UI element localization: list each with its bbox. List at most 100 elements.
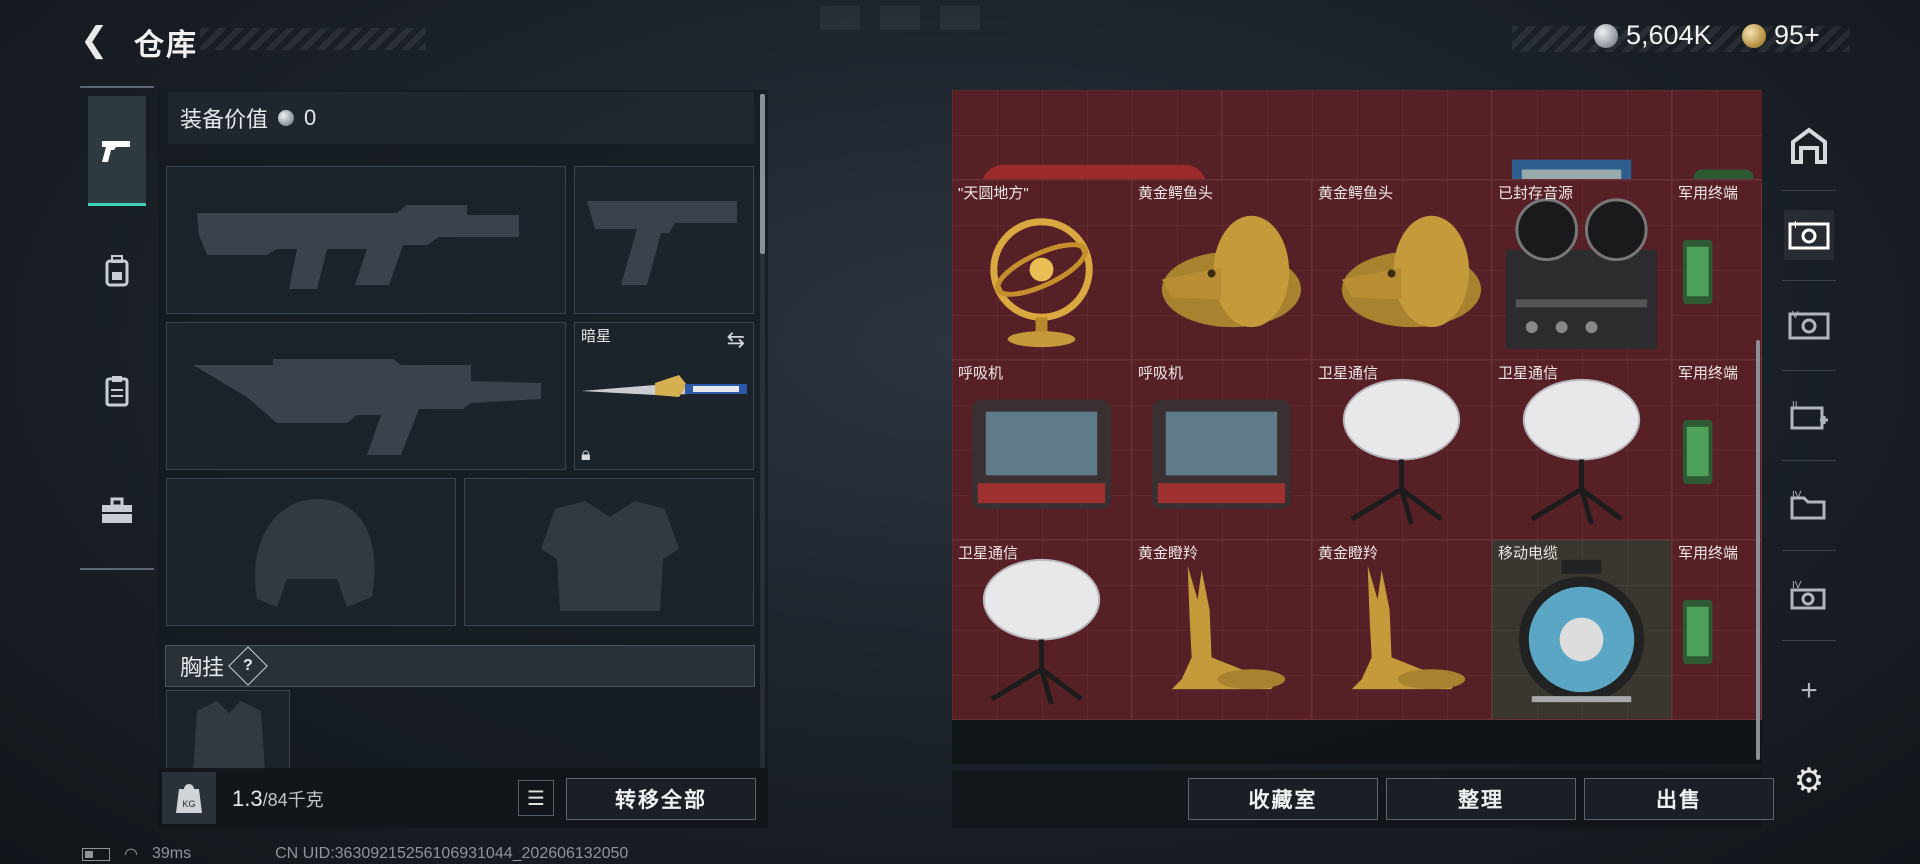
chest-rig-silhouette-icon bbox=[193, 701, 265, 771]
item-name: 已封存音源 bbox=[1498, 185, 1574, 202]
stash-item[interactable]: 已封存音源 bbox=[1492, 180, 1672, 360]
gold-currency[interactable]: 95+ bbox=[1742, 20, 1820, 51]
back-arrow-icon[interactable]: ❮ bbox=[80, 22, 116, 58]
stash-scrollbar[interactable] bbox=[1756, 340, 1760, 760]
stash-item[interactable]: 呼吸机 bbox=[1132, 360, 1312, 540]
stash-item[interactable] bbox=[1492, 90, 1672, 180]
svg-text:KG: KG bbox=[182, 799, 195, 809]
svg-text:I: I bbox=[1794, 220, 1797, 231]
body-armor-slot[interactable] bbox=[464, 478, 754, 626]
stash-item[interactable]: 移动电缆 bbox=[1492, 540, 1672, 720]
item-name: 军用终端 bbox=[1678, 185, 1739, 202]
sidearm-slot[interactable] bbox=[574, 166, 754, 314]
item-image bbox=[1171, 565, 1286, 690]
sell-button[interactable]: 出售 bbox=[1584, 778, 1774, 820]
item-image bbox=[1351, 565, 1466, 690]
svg-text:II: II bbox=[1792, 400, 1798, 411]
stash-item[interactable] bbox=[952, 90, 1222, 180]
collection-room-button[interactable]: 收藏室 bbox=[1188, 778, 1378, 820]
tab-backpack[interactable] bbox=[88, 216, 146, 326]
weight-current: 1.3 bbox=[232, 786, 263, 811]
transfer-all-button[interactable]: 转移全部 bbox=[566, 778, 756, 820]
silver-amount: 5,604K bbox=[1626, 20, 1712, 50]
pistol-silhouette-icon bbox=[587, 201, 737, 285]
helmet-slot[interactable] bbox=[166, 478, 456, 626]
left-category-nav bbox=[80, 86, 154, 570]
tab-tools[interactable] bbox=[88, 456, 146, 566]
stash-item[interactable]: 军用终端 bbox=[1672, 540, 1762, 720]
swap-icon[interactable]: ⇆ bbox=[727, 327, 745, 353]
backpack-icon bbox=[105, 255, 129, 287]
item-name: 卫星通信 bbox=[1318, 365, 1379, 382]
uid-readout: CN UID:363092152561069310​44_20260613205… bbox=[275, 845, 629, 862]
item-image bbox=[990, 218, 1093, 348]
item-name: 卫星通信 bbox=[958, 545, 1019, 562]
svg-text:IV: IV bbox=[1792, 580, 1802, 591]
gold-amount: 95+ bbox=[1774, 20, 1820, 50]
item-image bbox=[1682, 419, 1713, 485]
stash-item[interactable]: 黄金鳄鱼头 bbox=[1132, 180, 1312, 360]
chest-rig-label: 胸挂 bbox=[180, 655, 225, 680]
stash-tab-icon-1[interactable]: I bbox=[1784, 210, 1834, 260]
silver-currency: 5,604K bbox=[1594, 20, 1712, 51]
battery-icon bbox=[82, 847, 110, 861]
stash-tab-icon-4b[interactable]: IV bbox=[1784, 570, 1834, 620]
stash-tab-icon-4a[interactable]: IV bbox=[1784, 480, 1834, 530]
stash-item[interactable]: 卫星通信 bbox=[1492, 360, 1672, 540]
chest-rig-header: 胸挂 ? bbox=[165, 645, 755, 687]
item-image bbox=[1522, 378, 1641, 525]
silver-coin-icon bbox=[1594, 23, 1618, 48]
background-decoration bbox=[820, 6, 1000, 30]
separator bbox=[1782, 640, 1836, 641]
organize-button[interactable]: 整理 bbox=[1386, 778, 1576, 820]
stash-item[interactable]: 卫星通信 bbox=[1312, 360, 1492, 540]
stash-tab-icon-5[interactable]: V bbox=[1784, 300, 1834, 350]
stash-item[interactable]: 黄金鳄鱼头 bbox=[1312, 180, 1492, 360]
chest-rig-slot[interactable] bbox=[166, 690, 290, 771]
tab-weapons[interactable] bbox=[88, 96, 146, 206]
lock-icon: 🔒︎ bbox=[581, 444, 591, 464]
stash-item[interactable]: 军用终端 bbox=[1672, 180, 1762, 360]
stash-tab-icon-2[interactable]: II bbox=[1784, 390, 1834, 440]
safe-house-icon[interactable] bbox=[1784, 120, 1834, 170]
primary-weapon-slot[interactable] bbox=[166, 166, 566, 314]
item-name: "天圆地方" bbox=[958, 185, 1029, 202]
item-name: 卫星通信 bbox=[1498, 365, 1559, 382]
stash-item[interactable]: 黄金瞪羚 bbox=[1132, 540, 1312, 720]
settings-icon[interactable]: ⚙ bbox=[1784, 756, 1834, 806]
status-footer: ◠ 39ms CN UID:363092152561069310​44_2026… bbox=[82, 844, 628, 864]
tab-armor[interactable] bbox=[88, 336, 146, 446]
loadout-scrollbar[interactable] bbox=[760, 94, 765, 254]
item-name: 军用终端 bbox=[1678, 365, 1739, 382]
stash-item[interactable]: 卫星通信 bbox=[952, 540, 1132, 720]
separator bbox=[1782, 550, 1836, 551]
svg-text:IV: IV bbox=[1792, 490, 1802, 501]
rifle-silhouette-icon bbox=[197, 205, 519, 289]
stash-item[interactable] bbox=[1222, 90, 1492, 180]
item-image bbox=[1151, 399, 1292, 510]
stash-item[interactable] bbox=[1672, 90, 1762, 180]
helmet-silhouette-icon bbox=[255, 499, 375, 607]
stash-item[interactable]: 呼吸机 bbox=[952, 360, 1132, 540]
help-icon[interactable]: ? bbox=[228, 646, 268, 686]
equip-value-label: 装备价值 bbox=[180, 107, 269, 132]
list-view-button[interactable]: ☰ bbox=[518, 780, 554, 816]
equipment-value: 装备价值 0 bbox=[168, 92, 754, 144]
clipboard-icon bbox=[105, 376, 129, 407]
title-stripe bbox=[200, 28, 426, 50]
weight-max: /84千克 bbox=[262, 790, 324, 810]
stash-item[interactable]: 黄金瞪羚 bbox=[1312, 540, 1492, 720]
svg-text:V: V bbox=[1792, 310, 1799, 321]
stash-item[interactable]: "天圆地方" bbox=[952, 180, 1132, 360]
item-image bbox=[1505, 198, 1658, 350]
item-image bbox=[982, 558, 1101, 705]
secondary-weapon-slot[interactable] bbox=[166, 322, 566, 470]
weight-icon: KG bbox=[162, 772, 216, 824]
item-image bbox=[1682, 599, 1713, 665]
melee-slot[interactable]: 暗星 ⇆ 🔒︎ bbox=[574, 322, 754, 470]
wifi-icon: ◠ bbox=[124, 846, 138, 863]
melee-slot-name: 暗星 bbox=[581, 328, 612, 345]
stash-item[interactable]: 军用终端 bbox=[1672, 360, 1762, 540]
add-tab-icon[interactable]: + bbox=[1784, 666, 1834, 716]
ping-readout: 39ms bbox=[151, 845, 192, 862]
